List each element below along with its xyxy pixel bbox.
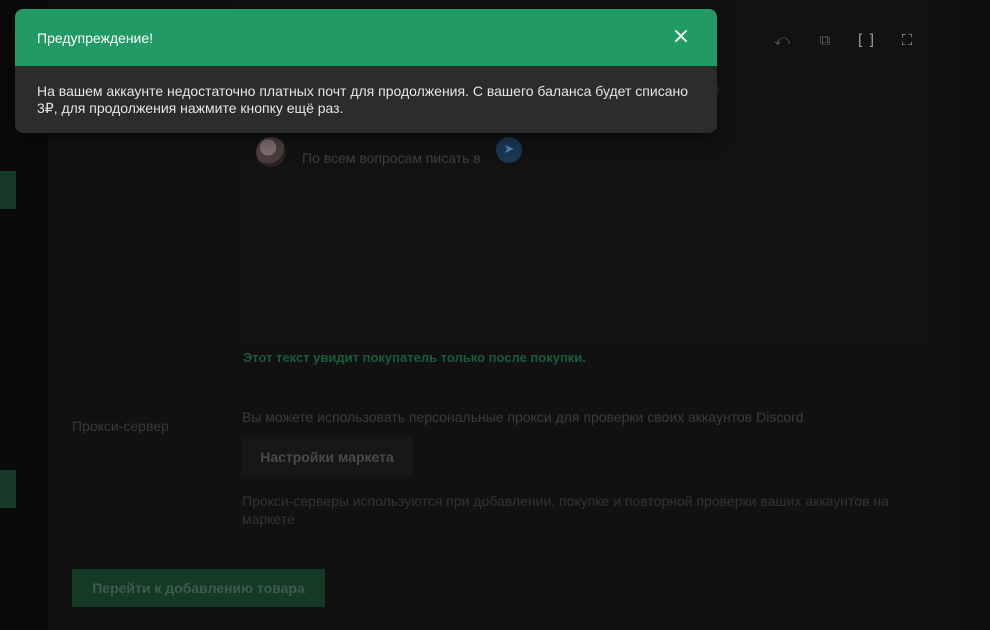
buyer-visibility-hint: Этот текст увидит покупатель только посл… (243, 350, 586, 365)
market-settings-button[interactable]: Настройки маркета (241, 437, 413, 477)
proxy-label: Прокси-сервер (72, 418, 169, 434)
brackets-icon[interactable]: [ ] (856, 30, 876, 50)
sidebar-active-marker[interactable] (0, 470, 16, 508)
go-to-add-product-button[interactable]: Перейти к добавлению товара (72, 569, 325, 607)
avatar (256, 137, 286, 167)
warning-toast: Предупреждение! × На вашем аккаунте недо… (15, 9, 717, 133)
contact-text: По всем вопросам писать в (302, 150, 481, 166)
close-icon[interactable]: × (671, 26, 691, 48)
sidebar-active-marker[interactable] (0, 171, 16, 209)
telegram-icon[interactable]: ➤ (496, 137, 522, 163)
fullscreen-icon[interactable]: ⛶ (897, 30, 917, 50)
undo-icon[interactable]: ⤺ (772, 30, 792, 50)
toast-message: На вашем аккаунте недостаточно платных п… (37, 83, 689, 116)
toast-header: Предупреждение! × (15, 9, 717, 66)
toast-title: Предупреждение! (37, 29, 154, 46)
proxy-note: Прокси-серверы используются при добавлен… (242, 493, 889, 527)
proxy-description: Вы можете использовать персональные прок… (242, 409, 804, 425)
external-link-icon[interactable]: ⧉ (815, 30, 835, 50)
